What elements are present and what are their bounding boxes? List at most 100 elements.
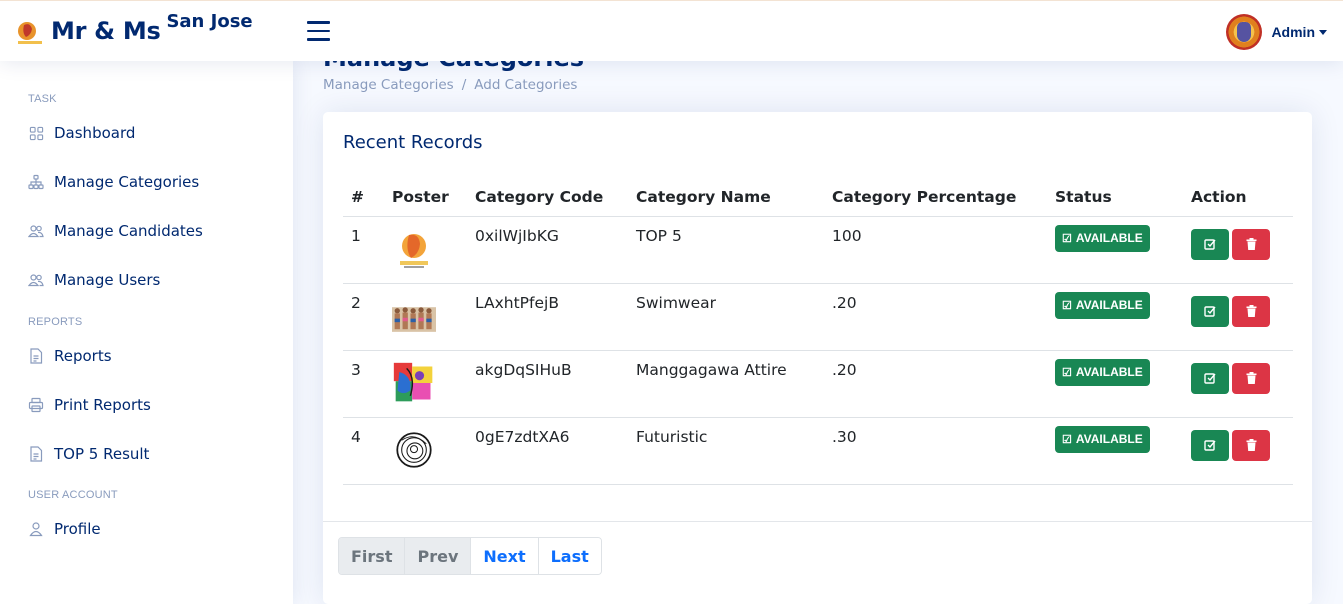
sidebar-heading-task: TASK	[28, 93, 57, 105]
status-badge: ☑ AVAILABLE	[1055, 358, 1150, 386]
check-square-icon: ☑	[1062, 366, 1072, 379]
pagination-first[interactable]: First	[339, 538, 406, 574]
breadcrumb-item[interactable]: Manage Categories	[323, 77, 454, 93]
edit-icon	[1204, 239, 1216, 250]
column-header: #	[343, 178, 384, 217]
breadcrumb-item-current: Add Categories	[474, 77, 578, 93]
category-percentage: .20	[824, 350, 1047, 418]
people-icon	[28, 223, 44, 239]
sidebar-item-label: Reports	[54, 347, 112, 365]
sidebar-item-manage-categories[interactable]: Manage Categories	[28, 173, 199, 191]
status-cell: ☑ AVAILABLE	[1047, 216, 1183, 284]
breadcrumb: Manage Categories / Add Categories	[323, 77, 577, 93]
category-name: TOP 5	[628, 216, 824, 284]
app-subtitle: San Jose	[166, 11, 253, 32]
app-title: Mr & Ms	[51, 17, 161, 45]
check-square-icon: ☑	[1062, 433, 1072, 446]
column-header: Action	[1183, 178, 1293, 217]
table-row: 4 0gE7zdtXA6 Futuristic .30 ☑ AVAILABLE	[343, 417, 1293, 485]
sidebar-item-manage-candidates[interactable]: Manage Candidates	[28, 222, 203, 240]
pagination: First Prev Next Last	[338, 537, 602, 575]
action-cell	[1183, 350, 1293, 418]
category-code: akgDqSIHuB	[467, 350, 628, 418]
sidebar-item-label: Profile	[54, 520, 101, 538]
edit-icon	[1204, 306, 1216, 317]
sidebar-item-label: Manage Categories	[54, 173, 200, 191]
sidebar-item-print-reports[interactable]: Print Reports	[28, 396, 151, 414]
category-code: 0gE7zdtXA6	[467, 417, 628, 485]
sidebar-item-dashboard[interactable]: Dashboard	[28, 124, 135, 142]
profile-dropdown[interactable]: Admin	[1226, 14, 1327, 50]
sidebar-item-label: TOP 5 Result	[54, 445, 150, 463]
sidebar-item-label: Dashboard	[54, 124, 136, 142]
row-index: 3	[343, 350, 384, 418]
edit-icon	[1204, 440, 1216, 451]
records-card: Recent Records # Poster Category Code Ca…	[323, 112, 1312, 604]
sidebar-item-reports[interactable]: Reports	[28, 347, 112, 365]
delete-button[interactable]	[1232, 362, 1270, 394]
sidebar-item-manage-users[interactable]: Manage Users	[28, 271, 160, 289]
card-title: Recent Records	[343, 132, 483, 153]
poster-cell	[384, 350, 467, 418]
trash-icon	[1246, 372, 1256, 384]
action-cell	[1183, 216, 1293, 284]
table-row: 1 0xilWjIbKG TOP 5 100 ☑ AVAILABLE	[343, 216, 1293, 284]
poster-image	[394, 427, 434, 472]
status-badge: ☑ AVAILABLE	[1055, 291, 1150, 319]
edit-icon	[1204, 373, 1216, 384]
sidebar-item-label: Manage Users	[54, 271, 161, 289]
category-code: 0xilWjIbKG	[467, 216, 628, 284]
file-icon	[28, 348, 44, 364]
pagination-last[interactable]: Last	[538, 538, 601, 574]
edit-button[interactable]	[1191, 429, 1229, 461]
status-label: AVAILABLE	[1075, 365, 1143, 379]
delete-button[interactable]	[1232, 295, 1270, 327]
printer-icon	[28, 397, 44, 413]
category-name: Futuristic	[628, 417, 824, 485]
edit-button[interactable]	[1191, 228, 1229, 260]
records-table: # Poster Category Code Category Name Cat…	[343, 178, 1293, 485]
people-icon	[28, 272, 44, 288]
caret-down-icon	[1319, 29, 1327, 35]
sidebar-item-label: Print Reports	[54, 396, 151, 414]
pageant-logo-icon	[18, 22, 42, 44]
grid-icon	[28, 125, 44, 141]
sidebar-item-top5-result[interactable]: TOP 5 Result	[28, 445, 149, 463]
diagram-icon	[28, 174, 44, 190]
status-cell: ☑ AVAILABLE	[1047, 283, 1183, 351]
file-icon	[28, 446, 44, 462]
row-index: 1	[343, 216, 384, 284]
check-square-icon: ☑	[1062, 232, 1072, 245]
pagination-prev[interactable]: Prev	[405, 538, 472, 574]
pagination-next[interactable]: Next	[471, 538, 539, 574]
delete-button[interactable]	[1232, 429, 1270, 461]
breadcrumb-separator: /	[461, 77, 467, 93]
trash-icon	[1246, 305, 1256, 317]
table-row: 2 LAxhtPfejB Swimwear .20 ☑ AVAILABLE	[343, 283, 1293, 351]
status-label: AVAILABLE	[1075, 432, 1143, 446]
table-row: 3 akgDqSIHuB Manggagawa Attire .20 ☑ AVA…	[343, 350, 1293, 418]
category-percentage: 100	[824, 216, 1047, 284]
column-header: Category Name	[628, 178, 824, 217]
category-percentage: .30	[824, 417, 1047, 485]
poster-image	[392, 297, 436, 334]
trash-icon	[1246, 439, 1256, 451]
brand-logo[interactable]: Mr & Ms San Jose	[16, 11, 253, 47]
trash-icon	[1246, 238, 1256, 250]
delete-button[interactable]	[1232, 228, 1270, 260]
row-index: 2	[343, 283, 384, 351]
sidebar-item-profile[interactable]: Profile	[28, 520, 101, 538]
category-name: Manggagawa Attire	[628, 350, 824, 418]
sidebar: TASK Dashboard Manage Categories Manage …	[0, 61, 293, 604]
table-header-row: # Poster Category Code Category Name Cat…	[343, 178, 1293, 217]
edit-button[interactable]	[1191, 295, 1229, 327]
edit-button[interactable]	[1191, 362, 1229, 394]
status-label: AVAILABLE	[1075, 298, 1143, 312]
menu-toggle-icon[interactable]	[307, 21, 330, 41]
poster-image	[392, 360, 436, 405]
sidebar-item-label: Manage Candidates	[54, 222, 203, 240]
column-header: Status	[1047, 178, 1183, 217]
profile-name: Admin	[1271, 24, 1315, 40]
card-footer-divider	[323, 521, 1312, 522]
row-index: 4	[343, 417, 384, 485]
